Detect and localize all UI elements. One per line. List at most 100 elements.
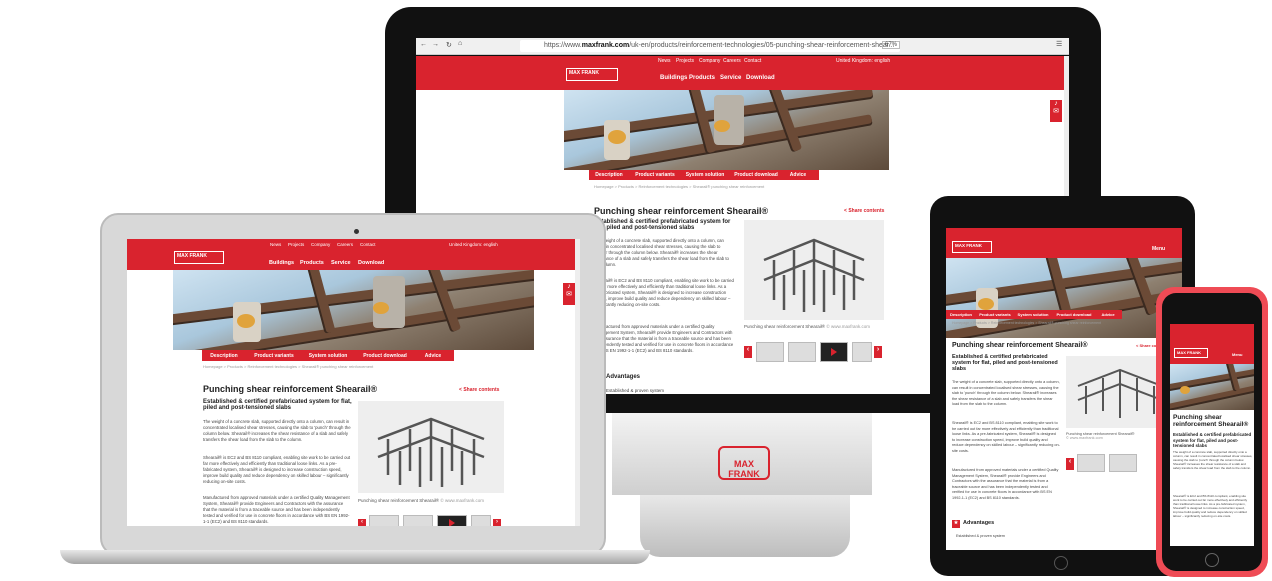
tab-advice[interactable]: Advice [416, 353, 450, 361]
carousel-prev[interactable]: ‹ [1066, 458, 1074, 470]
home-icon[interactable]: ⌂ [458, 40, 462, 47]
tab-product-variants[interactable]: Product variants [976, 312, 1014, 319]
laptop-camera [354, 229, 359, 234]
paragraph-1: The weight of a concrete slab, supported… [203, 419, 351, 442]
topnav-contact[interactable]: Contact [360, 242, 376, 247]
nav-buildings[interactable]: Buildings [660, 75, 687, 81]
tablet-website: MAX FRANK Menu Description Product varia… [946, 228, 1182, 550]
video-thumbnail[interactable] [437, 515, 467, 526]
product-tabs: Description Product variants System solu… [202, 350, 454, 361]
address-bar[interactable]: https://www.maxfrank.com/uk-en/products/… [520, 40, 900, 52]
tab-description[interactable]: Description [946, 312, 976, 319]
tab-product-download[interactable]: Product download [729, 172, 783, 180]
nav-buildings[interactable]: Buildings [269, 260, 294, 266]
tab-description[interactable]: Description [589, 172, 629, 180]
paragraph-3: Manufactured from approved materials und… [594, 324, 734, 353]
tab-system-solution[interactable]: System solution [681, 172, 729, 180]
topnav-contact[interactable]: Contact [744, 58, 761, 64]
tab-advice[interactable]: Advice [1096, 312, 1120, 319]
browser-toolbar: ← → ↻ ⌂ https://www.maxfrank.com/uk-en/p… [416, 38, 1069, 55]
site-logo[interactable]: MAX FRANK [1174, 348, 1208, 358]
site-logo[interactable]: MAX FRANK [952, 241, 992, 253]
tab-product-download[interactable]: Product download [354, 353, 416, 361]
shearail-illustration [763, 238, 865, 312]
carousel-prev[interactable]: ‹ [358, 519, 366, 526]
thumbnail[interactable] [788, 342, 816, 362]
share-link[interactable]: < Share contents [459, 387, 499, 393]
tab-product-variants[interactable]: Product variants [246, 353, 302, 361]
thumbnail[interactable] [369, 515, 399, 526]
phone-home-button [1205, 553, 1219, 567]
tab-description[interactable]: Description [202, 353, 246, 361]
menu-button[interactable]: Menu [1232, 352, 1242, 357]
page-title: Punching shear reinforcement Shearail® [952, 342, 1088, 349]
advantages-heading: Advantages [606, 374, 641, 380]
paragraph-1: The weight of a concrete slab, supported… [1173, 450, 1253, 470]
star-icon: ★ [952, 520, 960, 528]
side-contact-icons[interactable]: ♪ ✉ [1050, 100, 1062, 122]
topnav-company[interactable]: Company [311, 242, 330, 247]
tab-product-variants[interactable]: Product variants [629, 172, 681, 180]
video-thumbnail[interactable] [820, 342, 848, 362]
tab-system-solution[interactable]: System solution [302, 353, 354, 361]
thumbnail[interactable] [852, 342, 872, 362]
menu-icon[interactable]: ☰ [1056, 40, 1062, 48]
image-caption: Punching shear reinforcement Shearail® ©… [358, 498, 484, 503]
nav-service[interactable]: Service [331, 260, 351, 266]
share-link[interactable]: < Share contents [844, 208, 884, 214]
zoom-level[interactable]: 67% [882, 41, 901, 49]
header: MAX FRANK Menu [946, 228, 1182, 258]
menu-button[interactable]: Menu [1152, 246, 1165, 252]
topnav-news[interactable]: News [270, 242, 281, 247]
reload-icon[interactable]: ↻ [446, 41, 452, 49]
thumbnail[interactable] [1077, 454, 1105, 472]
carousel-prev[interactable]: ‹ [744, 346, 752, 358]
header: MAX FRANK Menu [1170, 324, 1254, 364]
paragraph-1: The weight of a concrete slab, supported… [594, 238, 729, 267]
product-image[interactable] [358, 401, 504, 493]
nav-products[interactable]: Products [300, 260, 324, 266]
nav-products[interactable]: Products [689, 75, 715, 81]
topnav-projects[interactable]: Projects [676, 58, 694, 64]
thumbnail[interactable] [471, 515, 491, 526]
tab-product-download[interactable]: Product download [1052, 312, 1096, 319]
breadcrumb[interactable]: Homepage > Products > Reinforcement tech… [203, 364, 373, 369]
laptop-base [60, 550, 650, 564]
monitor-logo: MAX FRANK [718, 446, 770, 480]
tab-system-solution[interactable]: System solution [1014, 312, 1052, 319]
paragraph-2: Shearail® is EC2 and BS 8110 compliant, … [203, 455, 351, 484]
back-icon[interactable]: ← [420, 41, 427, 48]
language-select[interactable]: United Kingdom: english [836, 58, 890, 64]
carousel-next[interactable]: › [493, 519, 501, 526]
site-logo[interactable]: MAX FRANK [174, 251, 224, 264]
tab-advice[interactable]: Advice [783, 172, 813, 180]
breadcrumb[interactable]: Homepage > Products > Reinforcement tech… [594, 184, 764, 189]
product-image[interactable] [744, 220, 884, 320]
paragraph-2: Shearail® is EC2 and BS 8110 compliant, … [1173, 494, 1248, 518]
paragraph-3: Manufactured from approved materials und… [952, 468, 1059, 500]
thumbnail[interactable] [756, 342, 784, 362]
topnav-news[interactable]: News [658, 58, 671, 64]
nav-service[interactable]: Service [720, 75, 741, 81]
carousel-next[interactable]: › [874, 346, 882, 358]
topnav-projects[interactable]: Projects [288, 242, 304, 247]
site-logo[interactable]: MAX FRANK [566, 68, 618, 81]
thumbnail[interactable] [403, 515, 433, 526]
phone-website: MAX FRANK Menu Punching shear reinforcem… [1170, 324, 1254, 546]
side-contact-icons[interactable]: ♪ ✉ [563, 283, 575, 305]
scrollbar[interactable] [575, 239, 580, 526]
forward-icon[interactable]: → [432, 41, 439, 48]
monitor-stand [640, 495, 850, 557]
topnav-company[interactable]: Company [699, 58, 720, 64]
header: MAX FRANK News Projects Company Careers … [127, 239, 580, 270]
hero-image [1170, 364, 1254, 410]
subtitle: Established & certified prefabricated sy… [203, 399, 352, 411]
breadcrumb[interactable]: Homepage > Products > Reinforcement tech… [952, 321, 1101, 325]
topnav-careers[interactable]: Careers [723, 58, 741, 64]
page-title: Punching shear reinforcement Shearail® [203, 384, 378, 394]
language-select[interactable]: United Kingdom: english [449, 242, 498, 247]
nav-download[interactable]: Download [746, 75, 775, 81]
topnav-careers[interactable]: Careers [337, 242, 353, 247]
nav-download[interactable]: Download [358, 260, 384, 266]
thumbnail[interactable] [1109, 454, 1137, 472]
